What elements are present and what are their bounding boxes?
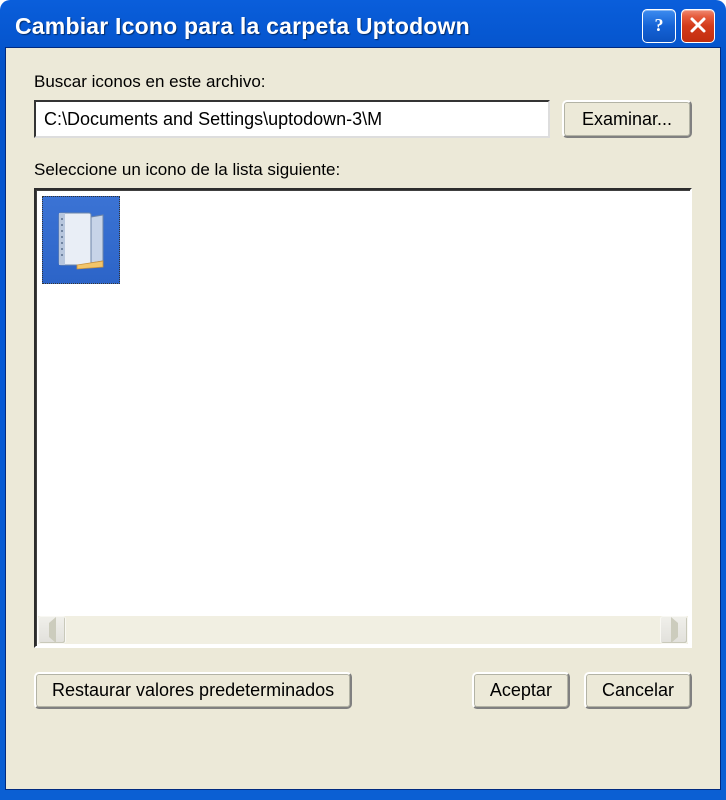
chevron-right-icon [671, 623, 678, 637]
close-button[interactable] [681, 9, 715, 43]
help-button[interactable]: ? [642, 9, 676, 43]
svg-text:?: ? [655, 15, 664, 35]
chevron-left-icon [49, 623, 56, 637]
folder-icon [53, 207, 109, 274]
close-icon [688, 15, 708, 38]
restore-defaults-button[interactable]: Restaurar valores predeterminados [34, 672, 352, 709]
icon-list-item[interactable] [42, 196, 120, 284]
scroll-left-button[interactable] [38, 616, 66, 644]
ok-button[interactable]: Aceptar [472, 672, 570, 709]
horizontal-scrollbar[interactable] [38, 616, 688, 644]
window-title: Cambiar Icono para la carpeta Uptodown [15, 13, 642, 40]
file-path-input[interactable] [34, 100, 550, 138]
client-area: Buscar iconos en este archivo: Examinar.… [5, 47, 721, 790]
scroll-right-button[interactable] [660, 616, 688, 644]
file-path-label: Buscar iconos en este archivo: [34, 72, 692, 92]
browse-button[interactable]: Examinar... [562, 100, 692, 138]
help-icon: ? [649, 15, 669, 38]
dialog-window: Cambiar Icono para la carpeta Uptodown ?… [0, 0, 726, 800]
scroll-track[interactable] [66, 616, 660, 644]
icon-list-label: Seleccione un icono de la lista siguient… [34, 160, 692, 180]
cancel-button[interactable]: Cancelar [584, 672, 692, 709]
icon-list[interactable] [34, 188, 692, 648]
titlebar[interactable]: Cambiar Icono para la carpeta Uptodown ? [5, 5, 721, 47]
